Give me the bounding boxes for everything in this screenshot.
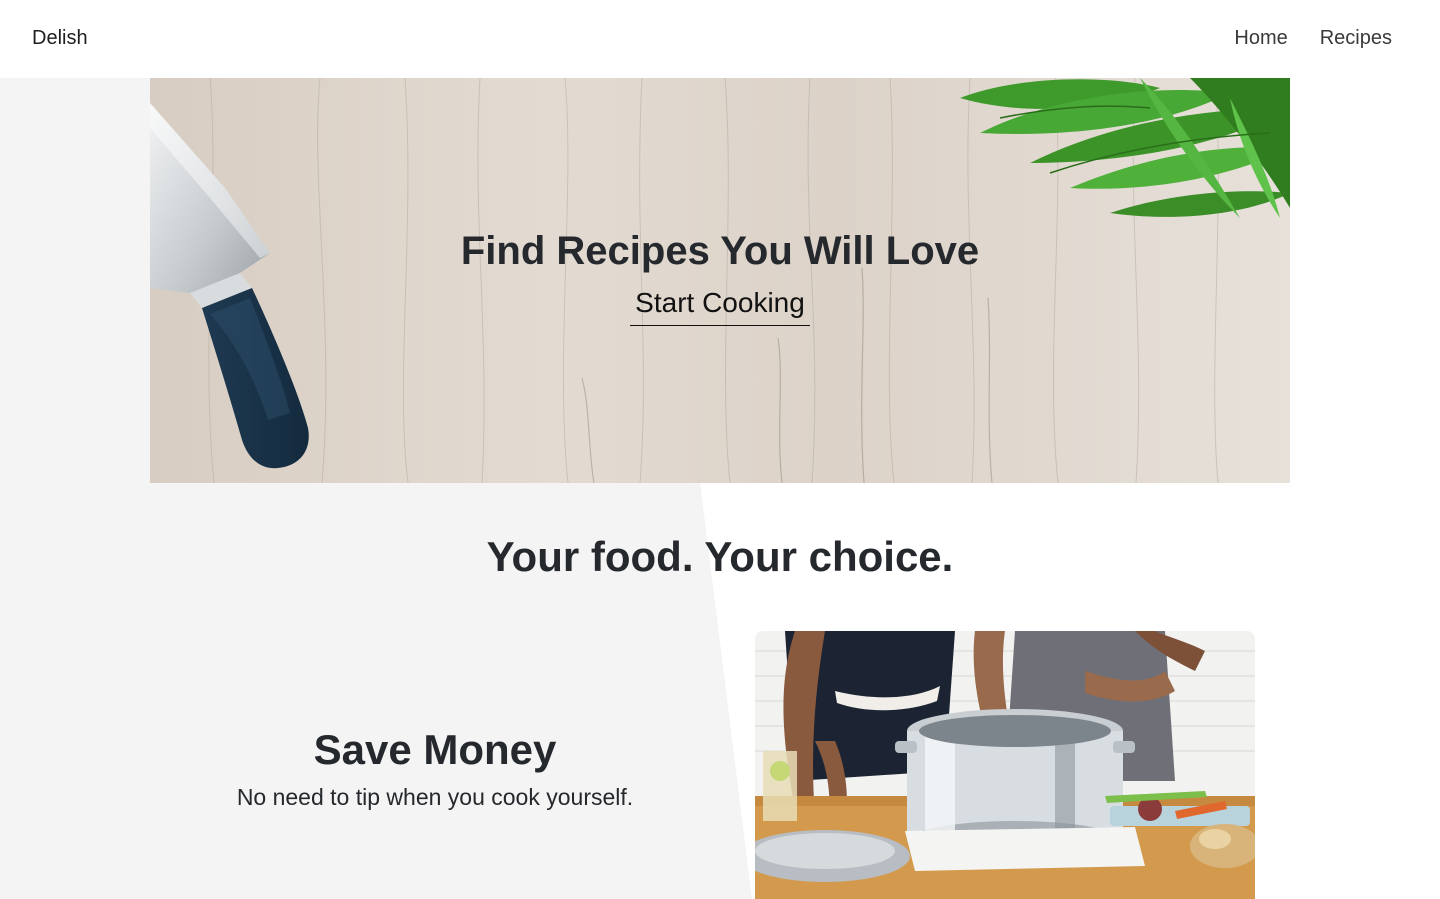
nav-link-home[interactable]: Home [1234, 26, 1287, 50]
nav-link-recipes[interactable]: Recipes [1320, 26, 1392, 50]
feature-title: Save Money [313, 726, 557, 773]
nav-links: Home Recipes [1234, 26, 1392, 50]
hero-banner: Find Recipes You Will Love Start Cooking [150, 78, 1290, 483]
hero-background-image [150, 78, 1290, 483]
section-title: Your food. Your choice. [486, 533, 954, 580]
navbar: Delish Home Recipes [0, 0, 1440, 78]
hero-title: Find Recipes You Will Love [460, 229, 980, 273]
feature-save-money: Save Money No need to tip when you cook … [150, 724, 720, 812]
cooking-photo [755, 631, 1255, 899]
feature-description: No need to tip when you cook yourself. [236, 784, 634, 810]
brand-logo[interactable]: Delish [32, 26, 88, 50]
start-cooking-button[interactable]: Start Cooking [630, 286, 810, 326]
